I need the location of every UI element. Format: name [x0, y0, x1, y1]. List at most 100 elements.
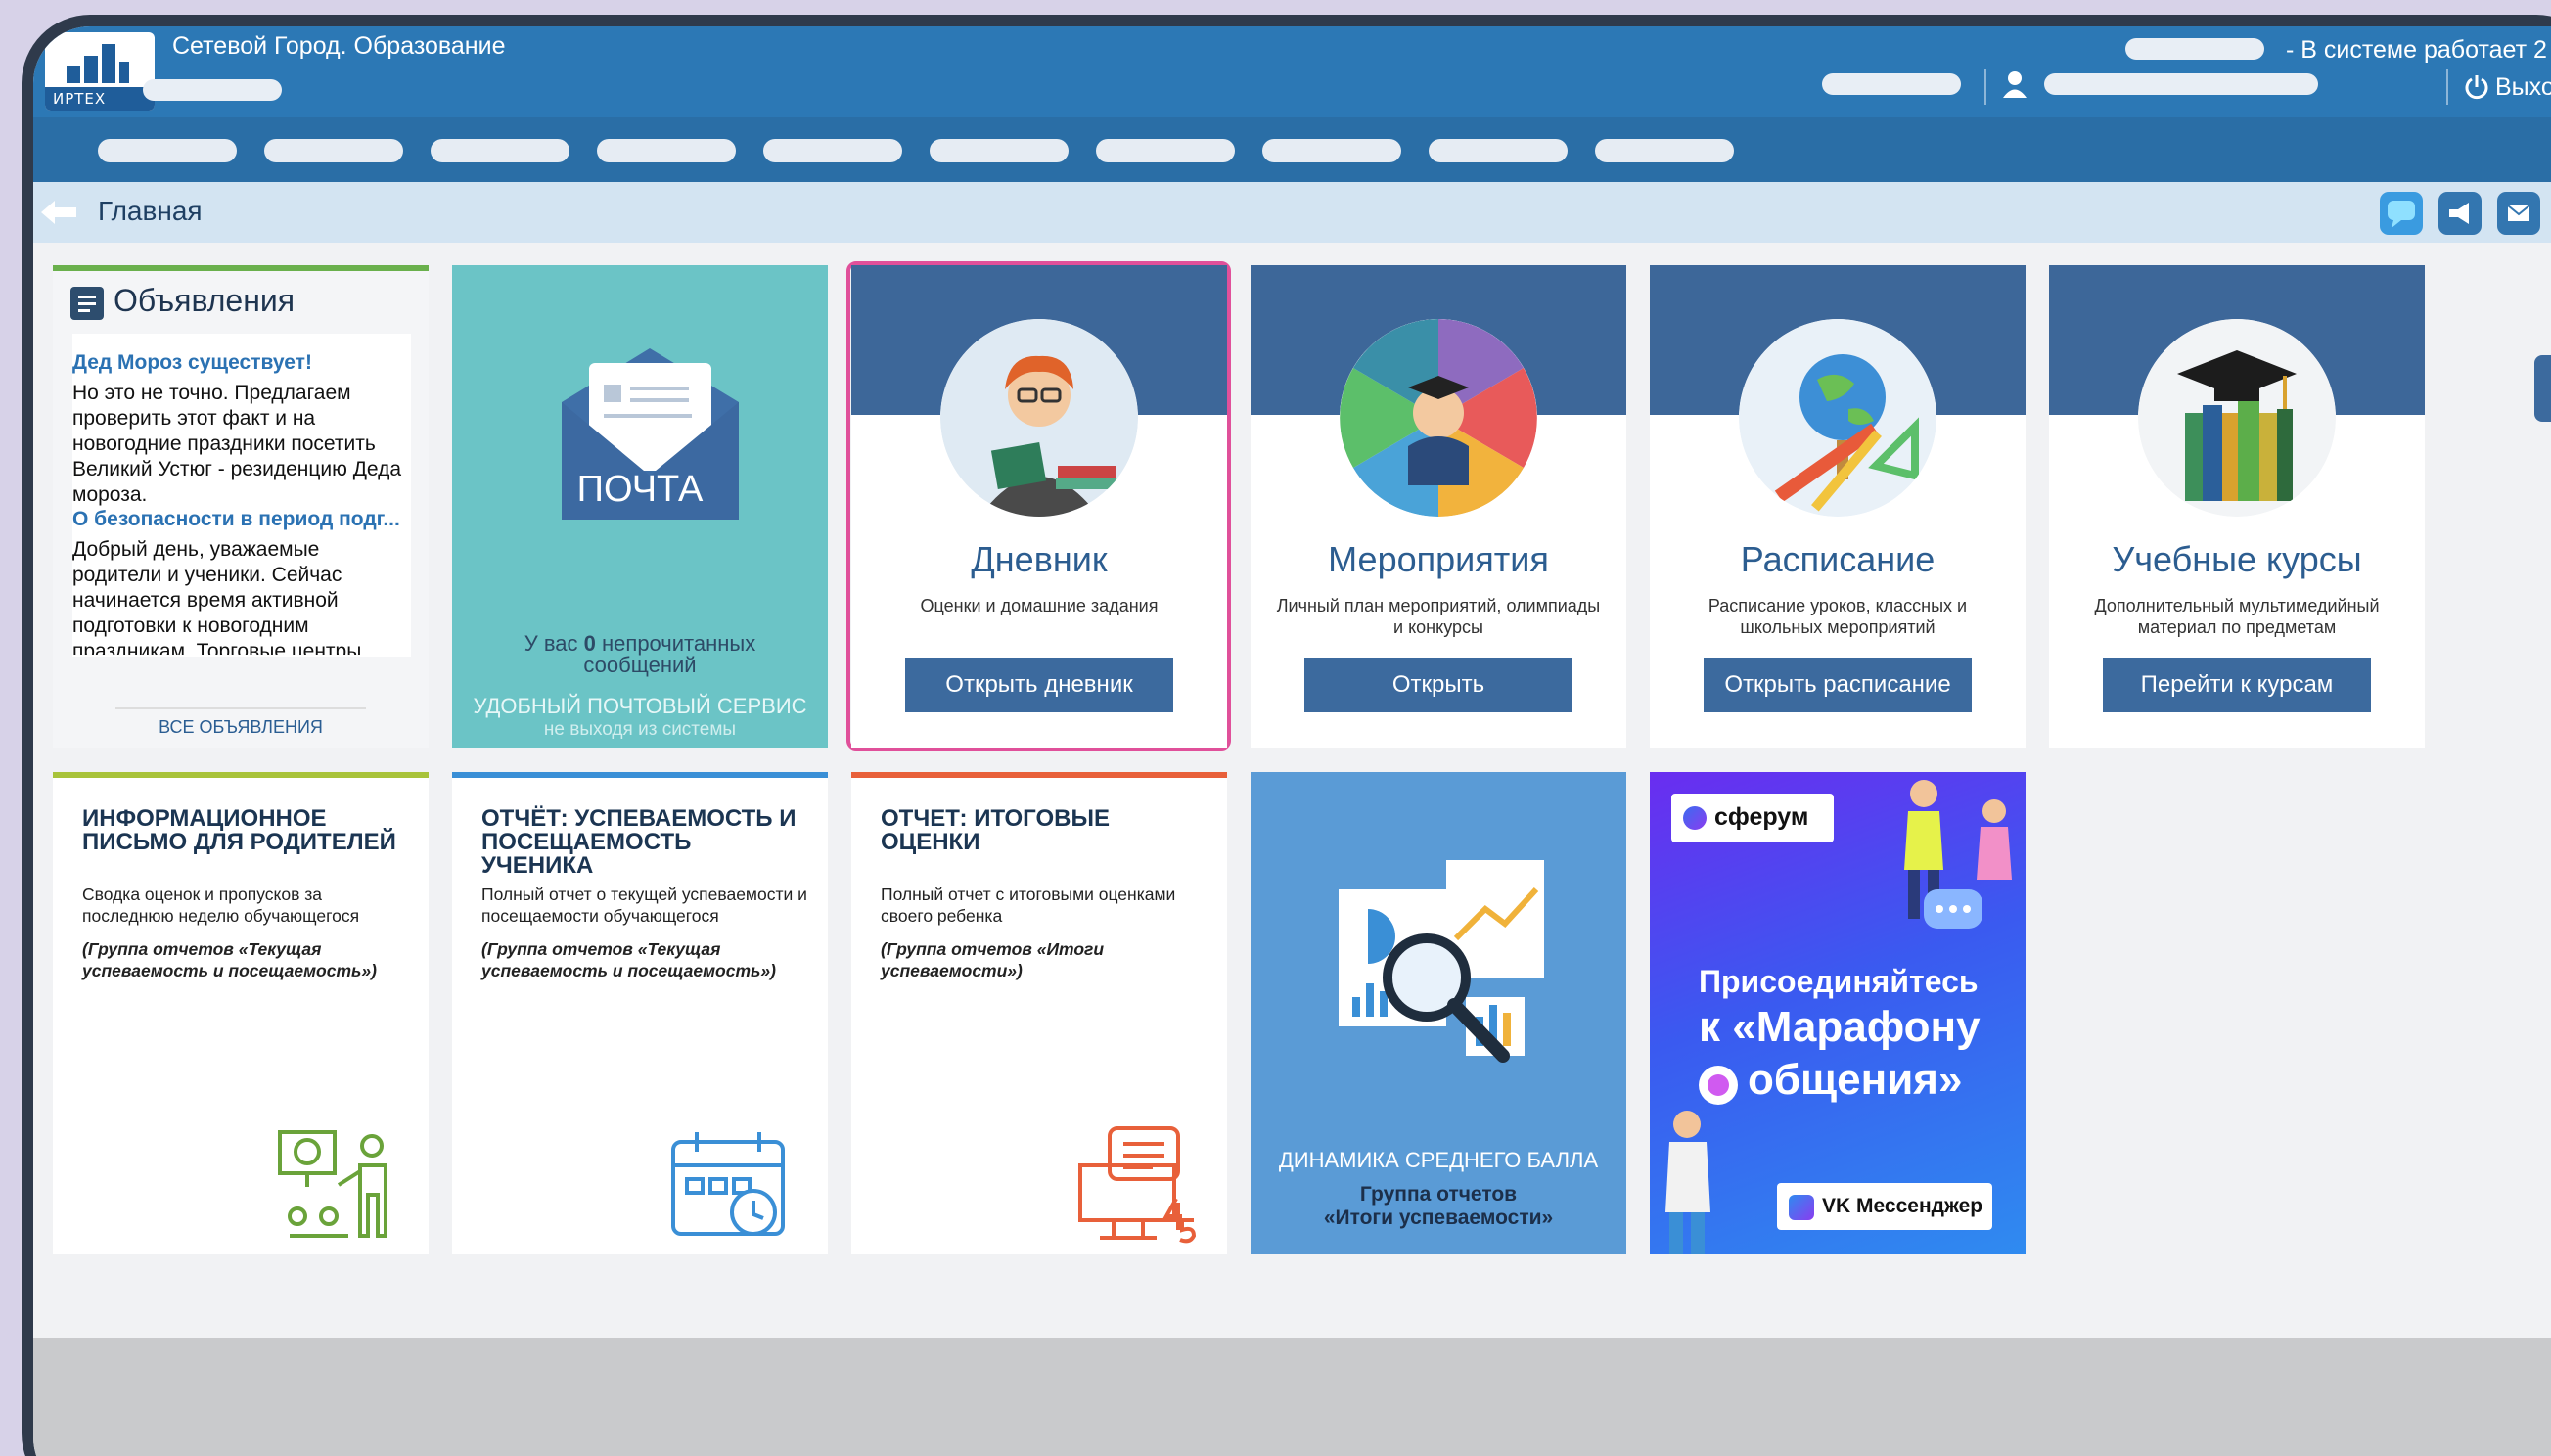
reading-girl-icon — [940, 319, 1138, 517]
vk-messenger-label: VK Мессенджер — [1822, 1195, 1983, 1217]
main-nav — [33, 117, 2551, 182]
unread-prefix: У вас — [524, 631, 584, 656]
report-group: (Группа отчетов «Текущая успеваемость и … — [82, 939, 377, 980]
nav-item[interactable] — [431, 139, 569, 162]
announcement-heading[interactable]: О безопасности в период подг... — [72, 508, 411, 531]
irtech-logo[interactable]: ИРТЕХ — [45, 32, 155, 111]
back-arrow-icon[interactable] — [39, 198, 78, 227]
top-header: ИРТЕХ Сетевой Город. Образование - В сис… — [33, 26, 2551, 117]
announcements-panel: Объявления Дед Мороз существует! Но это … — [53, 265, 429, 748]
header-divider — [2446, 69, 2448, 105]
report-title[interactable]: Отчет: итоговые оценки — [881, 807, 1207, 854]
report-group: (Группа отчетов «Итоги успеваемости») — [881, 939, 1105, 980]
nav-item[interactable] — [1595, 139, 1734, 162]
report-description: Полный отчет с итоговыми оценками своего… — [881, 884, 1207, 981]
sferum-brand: сферум — [1714, 803, 1809, 831]
globe-supplies-icon — [1739, 319, 1936, 517]
all-announcements-link[interactable]: ВСЕ ОБЪЯВЛЕНИЯ — [53, 717, 429, 738]
announcement-body: Добрый день, уважаемые родители и ученик… — [72, 538, 362, 655]
report-tile[interactable]: Отчет: итоговые оценки Полный отчет с ит… — [851, 772, 1227, 1254]
dynamics-group-line1: Группа отчетов — [1359, 1183, 1518, 1206]
unread-messages-text: У вас 0 непрочитанных сообщений — [452, 633, 828, 676]
mail-icon[interactable] — [2497, 192, 2540, 235]
nav-item[interactable] — [98, 139, 237, 162]
courses-card[interactable]: Учебные курсы Дополнительный мультимедий… — [2049, 265, 2425, 748]
open-events-button[interactable]: Открыть — [1304, 658, 1572, 712]
card-title: Расписание — [1740, 539, 1936, 579]
header-divider — [1984, 69, 1986, 105]
vk-messenger-badge[interactable]: VK Мессенджер — [1777, 1183, 1992, 1230]
schedule-card[interactable]: Расписание Расписание уроков, классных и… — [1650, 265, 2026, 748]
announcement-item[interactable]: Дед Мороз существует! Но это не точно. П… — [72, 351, 411, 508]
card-subtitle: Расписание уроков, классных и школьных м… — [1708, 596, 1968, 637]
nav-item[interactable] — [597, 139, 736, 162]
computer-grades-icon — [1074, 1122, 1202, 1246]
dynamics-title: ДИНАМИКА СРЕДНЕГО БАЛЛА — [1278, 1148, 1599, 1172]
dynamics-group-line2: «Итоги успеваемости» — [1323, 1206, 1554, 1229]
report-title[interactable]: Информационное письмо для родителей — [82, 807, 409, 854]
nav-item[interactable] — [930, 139, 1069, 162]
card-title: Мероприятия — [1328, 539, 1549, 579]
announcement-item[interactable]: О безопасности в период подг... Добрый д… — [72, 508, 411, 655]
power-icon[interactable] — [2464, 74, 2489, 100]
banner-line1: Присоединяйтесь — [1699, 964, 1979, 999]
announcements-title: Объявления — [114, 283, 296, 318]
report-desc-text: Полный отчет с итоговыми оценками своего… — [881, 885, 1176, 926]
report-description: Сводка оценок и пропусков за последнюю н… — [82, 884, 409, 981]
online-users-text: - В системе работает 2 — [2286, 36, 2547, 64]
side-collapse-tab[interactable] — [2534, 355, 2551, 422]
nav-item[interactable] — [1262, 139, 1401, 162]
mail-service-subtitle: не выходя из системы — [543, 719, 737, 740]
role-placeholder[interactable] — [1822, 73, 1961, 95]
sferum-banner[interactable]: сферум Присоединяйтесь к «Марафону общен… — [1650, 772, 2026, 1254]
user-name-placeholder[interactable] — [2044, 73, 2318, 95]
unread-line2: сообщений — [583, 653, 697, 677]
announcements-list: Дед Мороз существует! Но это не точно. П… — [72, 334, 411, 657]
report-desc-text: Полный отчет о текущей успеваемости и по… — [481, 885, 807, 926]
nav-item[interactable] — [1429, 139, 1568, 162]
megaphone-icon[interactable] — [2438, 192, 2482, 235]
school-name-placeholder — [143, 79, 282, 101]
report-description: Полный отчет о текущей успеваемости и по… — [481, 884, 808, 981]
breadcrumb: Главная — [33, 182, 2551, 243]
analytics-magnifier-icon — [1329, 850, 1554, 1075]
books-cap-icon — [2138, 319, 2336, 517]
open-diary-button[interactable]: Открыть дневник — [905, 658, 1173, 712]
nav-item[interactable] — [763, 139, 902, 162]
app-title: Сетевой Город. Образование — [172, 32, 506, 60]
grade-dynamics-tile[interactable]: ДИНАМИКА СРЕДНЕГО БАЛЛА Группа отчетов «… — [1251, 772, 1626, 1254]
logo-brand-text: ИРТЕХ — [45, 87, 155, 111]
banner-man-illustration — [1650, 1105, 1728, 1254]
user-icon — [2002, 69, 2027, 99]
sferum-badge: сферум — [1671, 794, 1834, 842]
presentation-icon — [270, 1126, 407, 1244]
report-tile[interactable]: Информационное письмо для родителей Свод… — [53, 772, 429, 1254]
banner-line2: к «Марафону — [1699, 1003, 1981, 1051]
events-collage-icon — [1340, 319, 1537, 517]
card-subtitle: Личный план мероприятий, олимпиады и кон… — [1276, 596, 1601, 637]
open-schedule-button[interactable]: Открыть расписание — [1704, 658, 1972, 712]
announcement-body: Но это не точно. Предлагаем проверить эт… — [72, 382, 402, 506]
card-subtitle: Оценки и домашние задания — [920, 596, 1159, 615]
heart-bubble-icon — [1699, 1066, 1738, 1105]
chat-icon[interactable] — [2380, 192, 2423, 235]
mail-service-title: УДОБНЫЙ ПОЧТОВЫЙ СЕРВИС — [473, 694, 807, 718]
events-card[interactable]: Мероприятия Личный план мероприятий, оли… — [1251, 265, 1626, 748]
mail-tile[interactable]: ПОЧТА У вас 0 непрочитанных сообщений УД… — [452, 265, 828, 748]
vk-messenger-icon — [1789, 1195, 1814, 1220]
nav-item[interactable] — [264, 139, 403, 162]
logout-link[interactable]: Выхо — [2495, 73, 2551, 102]
banner-line3: общения» — [1748, 1056, 1963, 1104]
nav-item[interactable] — [1096, 139, 1235, 162]
open-courses-button[interactable]: Перейти к курсам — [2103, 658, 2371, 712]
online-users-placeholder — [2125, 38, 2264, 60]
announcement-heading[interactable]: Дед Мороз существует! — [72, 351, 411, 375]
report-tile[interactable]: Отчёт: успеваемость и посещаемость учени… — [452, 772, 828, 1254]
banner-people-illustration — [1865, 772, 2026, 968]
page-title: Главная — [98, 196, 203, 226]
browser-screen: ИРТЕХ Сетевой Город. Образование - В сис… — [33, 26, 2551, 1456]
report-title[interactable]: Отчёт: успеваемость и посещаемость учени… — [481, 807, 808, 878]
report-group: (Группа отчетов «Текущая успеваемость и … — [481, 939, 776, 980]
card-title: Дневник — [971, 539, 1108, 579]
diary-card[interactable]: Дневник Оценки и домашние задания Открыт… — [851, 265, 1227, 748]
